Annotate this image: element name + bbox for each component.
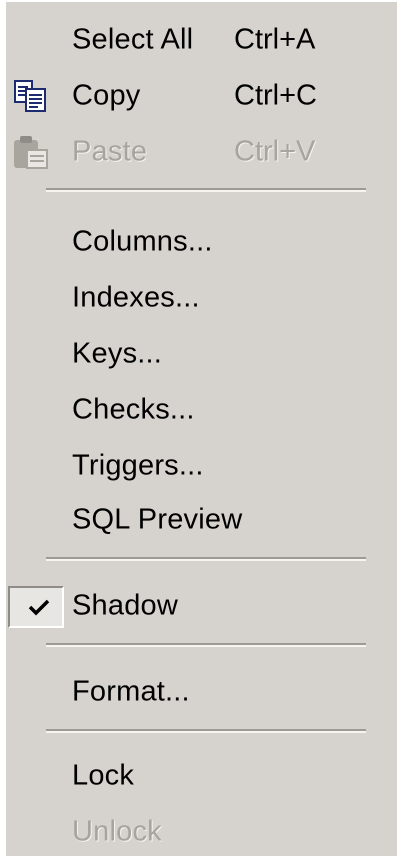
- check-indicator: [8, 586, 64, 628]
- menu-item-copy[interactable]: Copy Ctrl+C: [6, 68, 397, 124]
- menu-item-format[interactable]: Format...: [6, 664, 397, 720]
- menu-item-label: Indexes...: [72, 281, 200, 314]
- menu-item-indexes[interactable]: Indexes...: [6, 270, 397, 326]
- menu-item-label: Keys...: [72, 337, 163, 370]
- menu-item-label: Lock: [72, 759, 135, 792]
- menu-item-label: Format...: [72, 675, 190, 708]
- menu-item-select-all[interactable]: Select All Ctrl+A: [6, 12, 397, 68]
- menu-item-keys[interactable]: Keys...: [6, 326, 397, 382]
- menu-separator: [46, 188, 366, 192]
- menu-item-paste: Paste Ctrl+V: [6, 124, 397, 180]
- menu-item-shortcut: Ctrl+A: [234, 23, 316, 56]
- menu-item-lock[interactable]: Lock: [6, 748, 397, 804]
- menu-item-shortcut: Ctrl+V: [234, 135, 316, 168]
- menu-separator: [46, 729, 366, 733]
- menu-item-shadow[interactable]: Shadow: [6, 578, 397, 634]
- menu-separator: [46, 557, 366, 561]
- menu-item-label: Paste: [72, 135, 148, 168]
- menu-item-checks[interactable]: Checks...: [6, 382, 397, 438]
- menu-item-label: Unlock: [72, 815, 162, 848]
- menu-item-unlock: Unlock: [6, 804, 397, 860]
- menu-item-columns[interactable]: Columns...: [6, 214, 397, 270]
- menu-item-label: SQL Preview: [72, 503, 243, 536]
- menu-separator: [46, 643, 366, 647]
- menu-item-label: Copy: [72, 79, 141, 112]
- menu-item-triggers[interactable]: Triggers...: [6, 438, 397, 494]
- menu-item-label: Select All: [72, 23, 194, 56]
- copy-icon: [12, 77, 50, 115]
- paste-icon: [12, 133, 50, 171]
- checkmark-icon: [28, 598, 50, 616]
- context-menu: Select All Ctrl+A Copy Ctrl+C Paste Ctrl…: [6, 2, 397, 856]
- menu-item-shortcut: Ctrl+C: [234, 79, 317, 112]
- menu-item-label: Checks...: [72, 393, 195, 426]
- menu-item-label: Shadow: [72, 589, 178, 622]
- menu-item-sql-preview[interactable]: SQL Preview: [6, 492, 397, 548]
- menu-item-label: Columns...: [72, 225, 213, 258]
- menu-item-label: Triggers...: [72, 449, 204, 482]
